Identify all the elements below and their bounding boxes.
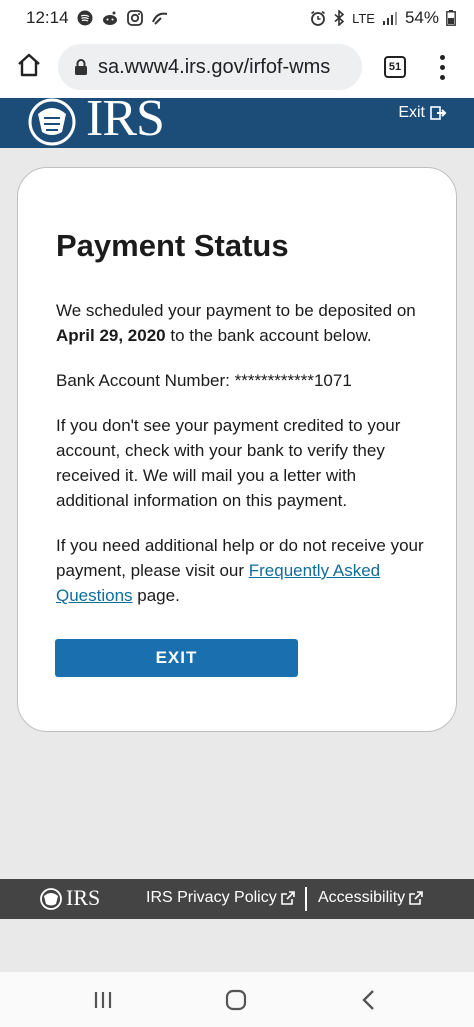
reddit-icon [101, 10, 119, 26]
payment-status-card: Payment Status We scheduled your payment… [17, 167, 457, 732]
help-message: If you need additional help or do not re… [56, 533, 426, 608]
exit-arrow-icon [430, 106, 447, 120]
privacy-policy-link[interactable]: IRS Privacy Policy [146, 889, 295, 907]
back-chevron-icon [362, 990, 374, 1010]
menu-dot-icon [439, 74, 445, 80]
overflow-menu-button[interactable] [432, 52, 452, 82]
eagle-seal-icon [28, 98, 76, 146]
home-button[interactable] [14, 50, 44, 80]
deposit-message-prefix: We scheduled your payment to be deposite… [56, 301, 416, 320]
exit-button[interactable]: EXIT [55, 639, 298, 677]
privacy-policy-label: IRS Privacy Policy [146, 889, 277, 906]
system-nav-bar [0, 972, 474, 1027]
alarm-icon [310, 10, 326, 26]
footer-irs-logo[interactable]: IRS [38, 885, 100, 911]
app-notification-icon [151, 10, 169, 26]
irs-logo[interactable]: IRS [22, 98, 165, 148]
bank-account-number: Bank Account Number: ************1071 [56, 371, 352, 390]
bank-check-message: If you don't see your payment credited t… [56, 416, 401, 510]
external-link-icon [409, 891, 423, 905]
home-icon [18, 53, 40, 77]
instagram-icon [126, 10, 143, 26]
menu-dot-icon [439, 54, 445, 60]
page-title: Payment Status [56, 228, 289, 263]
spotify-icon [77, 10, 93, 26]
accessibility-label: Accessibility [318, 889, 406, 906]
home-nav-button[interactable] [221, 986, 251, 1014]
menu-dot-icon [439, 64, 445, 70]
deposit-message-suffix: to the bank account below. [165, 326, 372, 345]
browser-toolbar: sa.www4.irs.gov/irfof-wms 51 [0, 36, 474, 98]
deposit-message: We scheduled your payment to be deposite… [56, 298, 426, 348]
recent-apps-icon [94, 992, 112, 1008]
site-footer: IRS IRS Privacy Policy Accessibility [0, 879, 474, 919]
status-time: 12:14 [26, 8, 69, 27]
irs-logo-text: IRS [86, 98, 165, 147]
footer-logo-text: IRS [66, 885, 101, 910]
address-bar[interactable]: sa.www4.irs.gov/irfof-wms [58, 44, 362, 90]
tab-switcher-button[interactable]: 51 [384, 56, 406, 78]
home-circle-icon [225, 989, 247, 1011]
signal-icon [382, 10, 398, 26]
network-type: LTE [352, 10, 375, 26]
url-text: sa.www4.irs.gov/irfof-wms [98, 55, 331, 78]
site-header: IRS Exit [0, 98, 474, 148]
recent-apps-button[interactable] [88, 986, 118, 1014]
battery-icon [446, 10, 456, 26]
battery-percent: 54% [404, 8, 439, 27]
footer-divider [305, 887, 307, 911]
accessibility-link[interactable]: Accessibility [318, 889, 423, 907]
bluetooth-icon [333, 10, 345, 26]
deposit-date: April 29, 2020 [56, 326, 166, 345]
external-link-icon [280, 891, 295, 905]
card-body: We scheduled your payment to be deposite… [56, 298, 426, 628]
back-button[interactable] [354, 986, 384, 1014]
footer-eagle-icon [40, 888, 62, 910]
help-message-suffix: page. [132, 586, 180, 605]
lock-icon [74, 58, 88, 76]
header-exit-label: Exit [398, 104, 425, 121]
status-bar: 12:14 LTE 54% [0, 0, 474, 36]
header-exit-link[interactable]: Exit [398, 104, 448, 122]
